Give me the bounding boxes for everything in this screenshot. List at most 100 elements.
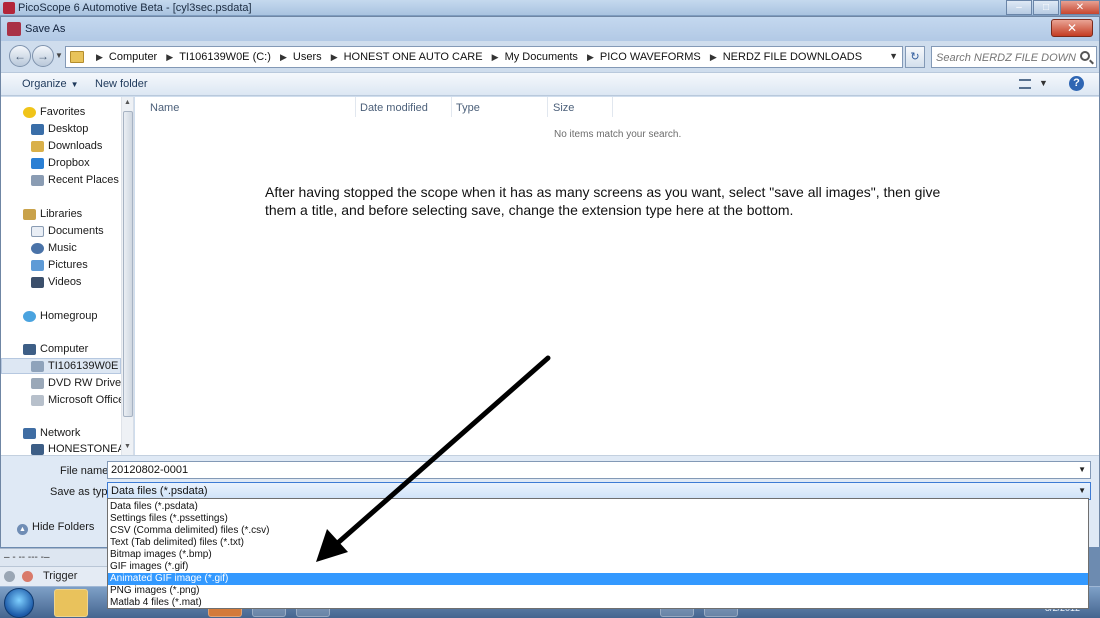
breadcrumb-drive[interactable]: TI106139W0E (C:) bbox=[179, 51, 271, 63]
collapse-icon: ▲ bbox=[17, 524, 28, 535]
folder-icon bbox=[70, 51, 84, 63]
nav-pictures[interactable]: Pictures bbox=[1, 258, 121, 274]
chevron-down-icon[interactable]: ▼ bbox=[1078, 465, 1086, 474]
view-options-icon[interactable] bbox=[1019, 79, 1031, 89]
trigger-label[interactable]: Trigger bbox=[43, 570, 77, 582]
run-icon[interactable] bbox=[4, 571, 15, 582]
nav-dropbox[interactable]: Dropbox bbox=[1, 156, 121, 172]
window-controls: – □ ✕ bbox=[1005, 0, 1100, 16]
minimize-button[interactable]: – bbox=[1006, 0, 1032, 15]
column-type[interactable]: Type bbox=[456, 102, 480, 114]
organize-menu[interactable]: Organize ▼ bbox=[22, 78, 79, 90]
column-divider[interactable] bbox=[451, 97, 452, 117]
address-bar[interactable]: ▶ Computer ▶ TI106139W0E (C:) ▶ Users ▶ HONE… bbox=[65, 46, 903, 68]
nav-recent-places[interactable]: Recent Places bbox=[1, 173, 121, 189]
address-row: ← → ▼ ▶ Computer ▶ TI106139W0E (C:) ▶ Users… bbox=[1, 43, 1099, 71]
file-name-label: File name: bbox=[60, 465, 112, 477]
videos-icon bbox=[31, 277, 44, 288]
search-icon[interactable] bbox=[1080, 51, 1090, 61]
explorer-taskbar-icon[interactable] bbox=[54, 589, 88, 617]
nav-microsoft-office-label: Microsoft Office bbox=[48, 394, 121, 406]
dialog-app-icon bbox=[7, 22, 21, 36]
recent-pages-dropdown[interactable]: ▼ bbox=[55, 51, 63, 60]
hide-folders-button[interactable]: ▲ Hide Folders bbox=[17, 521, 94, 535]
nav-homegroup[interactable]: Homegroup bbox=[1, 309, 121, 325]
desktop-icon bbox=[31, 124, 44, 135]
column-divider[interactable] bbox=[547, 97, 548, 117]
breadcrumb-separator: ▶ bbox=[279, 52, 287, 62]
view-dropdown-arrow[interactable]: ▼ bbox=[1039, 78, 1048, 88]
file-list: Name Date modified Type Size No items ma… bbox=[135, 97, 1099, 455]
address-dropdown-arrow[interactable]: ▼ bbox=[889, 51, 898, 61]
nav-downloads[interactable]: Downloads bbox=[1, 139, 121, 155]
breadcrumb-my-documents[interactable]: My Documents bbox=[505, 51, 578, 63]
nav-network[interactable]: Network bbox=[1, 426, 121, 442]
breadcrumb-separator: ▶ bbox=[586, 52, 594, 62]
dvd-drive-icon bbox=[31, 378, 44, 389]
breadcrumb-separator: ▶ bbox=[96, 52, 103, 62]
nav-microsoft-office[interactable]: Microsoft Office bbox=[1, 393, 121, 409]
app-titlebar: PicoScope 6 Automotive Beta - [cyl3sec.p… bbox=[0, 0, 1100, 16]
breadcrumb-users[interactable]: Users bbox=[293, 51, 322, 63]
breadcrumb-computer[interactable]: Computer bbox=[109, 51, 157, 63]
nav-dropbox-label: Dropbox bbox=[48, 157, 90, 169]
type-option-bmp[interactable]: Bitmap images (*.bmp) bbox=[108, 549, 1088, 561]
nav-dvd-drive[interactable]: DVD RW Drive (D:) bbox=[1, 376, 121, 392]
picoscope-icon bbox=[3, 2, 15, 14]
nav-drive-c-label: TI106139W0E (C:) bbox=[48, 360, 120, 372]
new-folder-button[interactable]: New folder bbox=[95, 78, 148, 90]
search-box[interactable] bbox=[931, 46, 1097, 68]
nav-network-computer[interactable]: HONESTONEAUTO bbox=[1, 442, 121, 455]
column-date-modified[interactable]: Date modified bbox=[360, 102, 428, 114]
breadcrumb: ▶ Computer ▶ TI106139W0E (C:) ▶ Users ▶ HONE… bbox=[90, 51, 862, 63]
hide-folders-label: Hide Folders bbox=[32, 521, 95, 533]
music-icon bbox=[31, 243, 44, 254]
search-input[interactable] bbox=[936, 50, 1076, 65]
type-option-animated-gif[interactable]: Animated GIF image (*.gif) bbox=[108, 573, 1088, 585]
breadcrumb-nerdz[interactable]: NERDZ FILE DOWNLOADS bbox=[723, 51, 862, 63]
type-option-gif[interactable]: GIF images (*.gif) bbox=[108, 561, 1088, 573]
nav-favorites[interactable]: Favorites bbox=[1, 105, 121, 121]
scroll-down-icon[interactable]: ▼ bbox=[124, 443, 131, 450]
close-app-button[interactable]: ✕ bbox=[1060, 0, 1100, 15]
column-name[interactable]: Name bbox=[150, 102, 179, 114]
nav-scrollbar[interactable]: ▲ ▼ bbox=[121, 97, 133, 455]
type-option-png[interactable]: PNG images (*.png) bbox=[108, 585, 1088, 597]
nav-videos[interactable]: Videos bbox=[1, 275, 121, 291]
save-type-value: Data files (*.psdata) bbox=[111, 485, 208, 497]
help-icon[interactable]: ? bbox=[1069, 76, 1084, 91]
type-option-pssettings[interactable]: Settings files (*.pssettings) bbox=[108, 513, 1088, 525]
column-divider[interactable] bbox=[355, 97, 356, 117]
type-option-mat[interactable]: Matlab 4 files (*.mat) bbox=[108, 597, 1088, 609]
nav-libraries[interactable]: Libraries bbox=[1, 207, 121, 223]
refresh-button[interactable]: ↻ bbox=[905, 46, 925, 68]
dialog-close-button[interactable]: ✕ bbox=[1051, 19, 1093, 37]
nav-drive-c[interactable]: TI106139W0E (C:) bbox=[1, 358, 121, 374]
scrollbar-thumb[interactable] bbox=[123, 111, 133, 417]
homegroup-icon bbox=[23, 311, 36, 322]
nav-computer[interactable]: Computer bbox=[1, 342, 121, 358]
type-option-csv[interactable]: CSV (Comma delimited) files (*.csv) bbox=[108, 525, 1088, 537]
file-name-field[interactable]: 20120802-0001 ▼ bbox=[107, 461, 1091, 479]
breadcrumb-pico-waveforms[interactable]: PICO WAVEFORMS bbox=[600, 51, 701, 63]
column-divider[interactable] bbox=[612, 97, 613, 117]
nav-desktop[interactable]: Desktop bbox=[1, 122, 121, 138]
breadcrumb-separator: ▶ bbox=[166, 52, 174, 62]
libraries-icon bbox=[23, 209, 36, 220]
maximize-button[interactable]: □ bbox=[1033, 0, 1059, 15]
type-option-psdata[interactable]: Data files (*.psdata) bbox=[108, 501, 1088, 513]
nav-music[interactable]: Music bbox=[1, 241, 121, 257]
chevron-down-icon[interactable]: ▼ bbox=[1078, 486, 1086, 495]
trigger-toolbar: Trigger bbox=[0, 566, 120, 586]
column-size[interactable]: Size bbox=[553, 102, 574, 114]
type-option-txt[interactable]: Text (Tab delimited) files (*.txt) bbox=[108, 537, 1088, 549]
nav-computer-label: Computer bbox=[40, 343, 89, 355]
nav-documents[interactable]: Documents bbox=[1, 224, 121, 240]
start-button[interactable] bbox=[4, 588, 34, 618]
back-button[interactable]: ← bbox=[9, 45, 31, 67]
forward-button[interactable]: → bbox=[32, 45, 54, 67]
scroll-up-icon[interactable]: ▲ bbox=[124, 99, 131, 106]
breadcrumb-user[interactable]: HONEST ONE AUTO CARE bbox=[344, 51, 483, 63]
nav-downloads-label: Downloads bbox=[48, 140, 103, 152]
stop-icon[interactable] bbox=[22, 571, 33, 582]
